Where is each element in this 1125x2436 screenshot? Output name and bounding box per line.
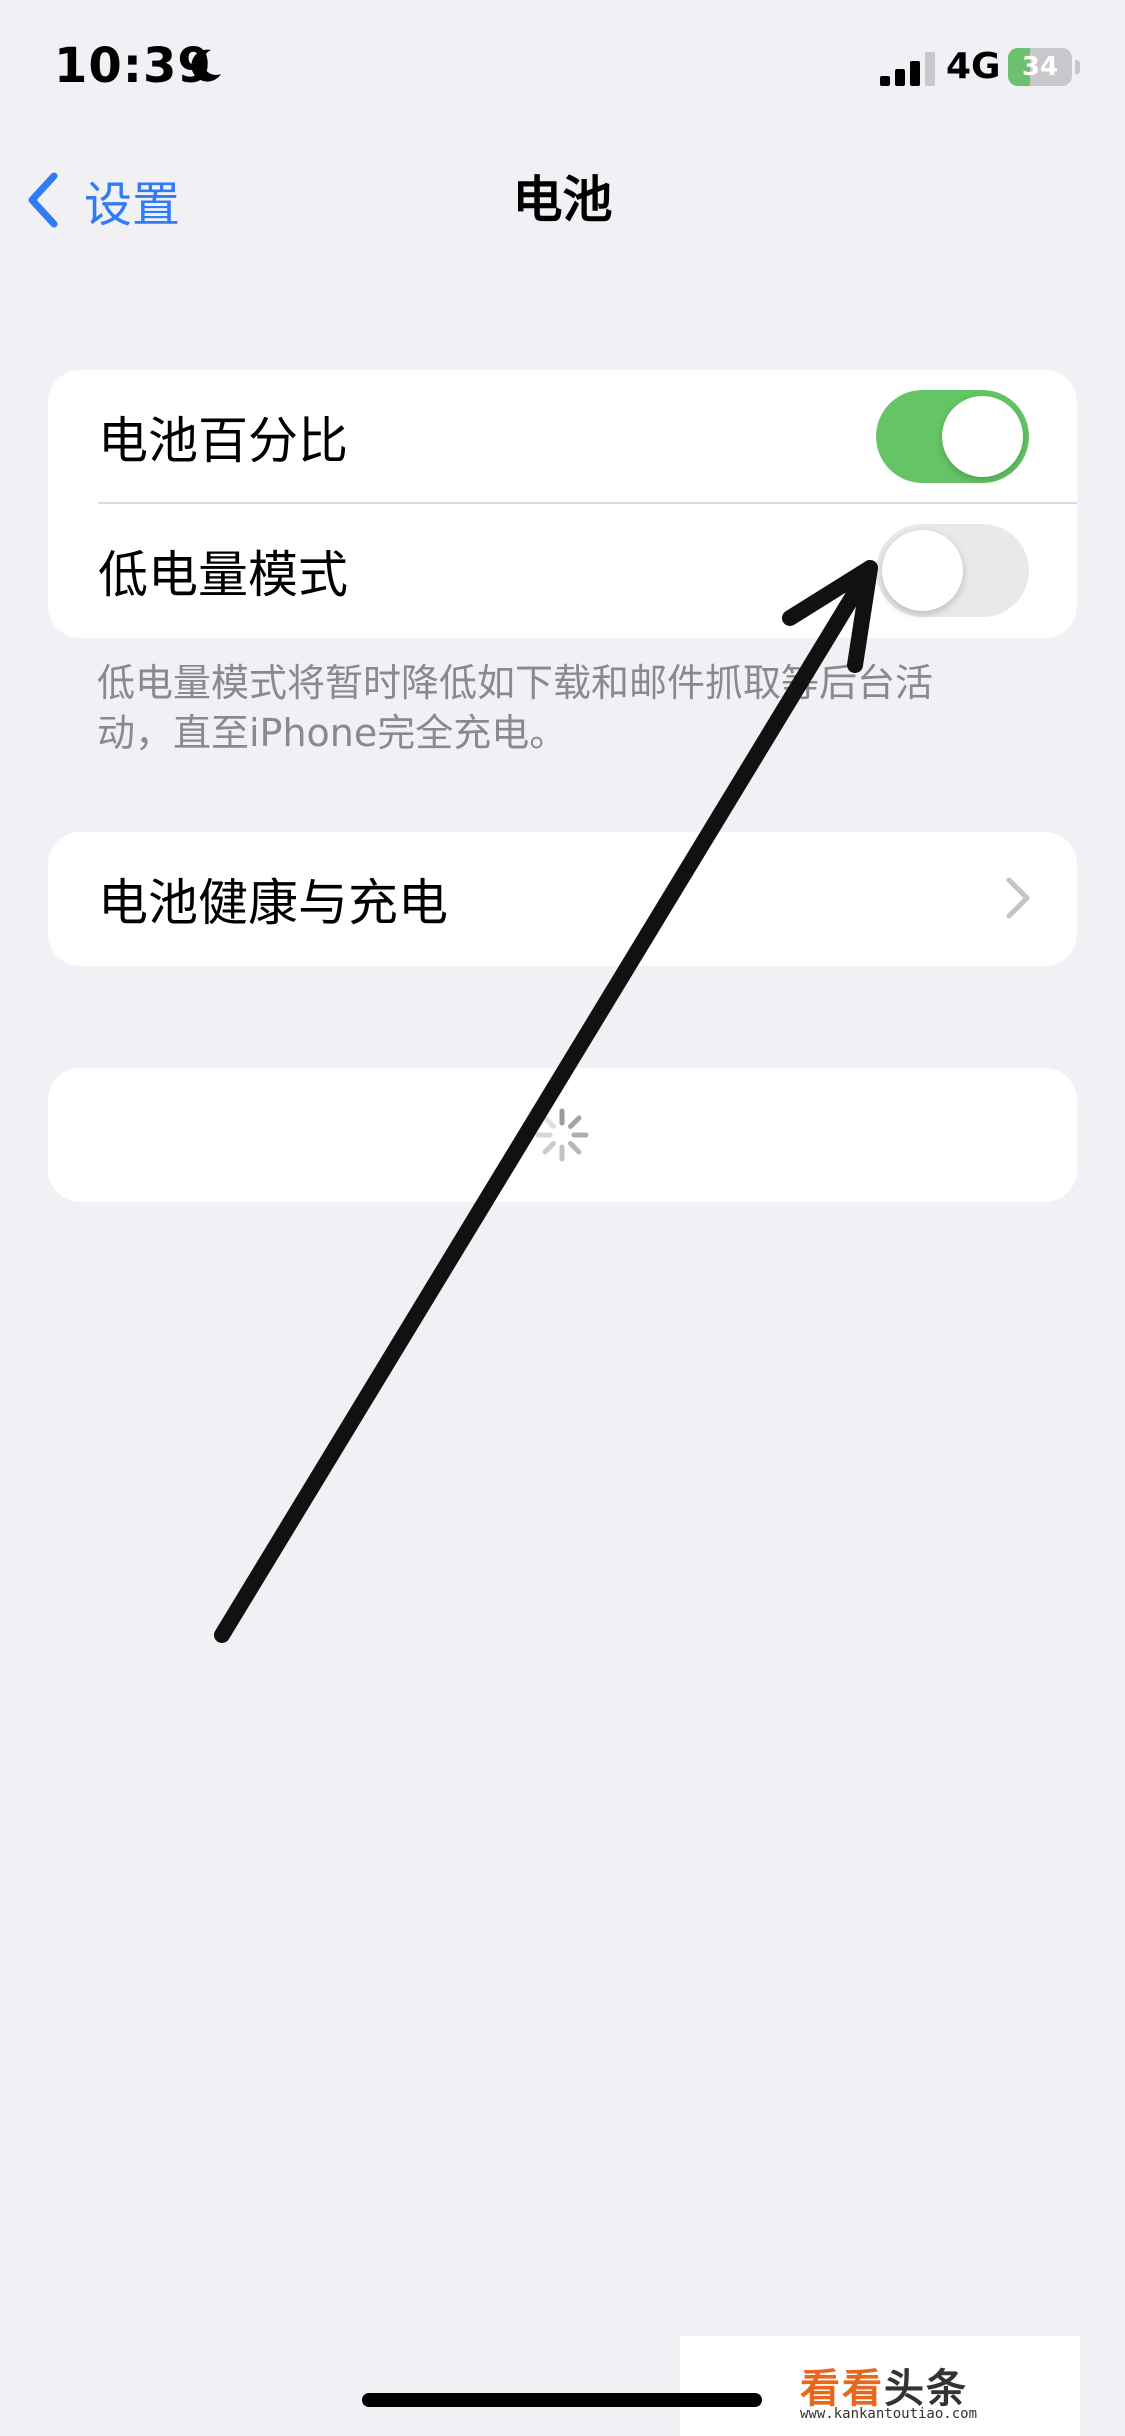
chevron-right-icon <box>1006 877 1030 919</box>
battery-percentage-row: 电池百分比 <box>48 370 1077 504</box>
page-title: 电池 <box>512 171 613 229</box>
battery-health-group: 电池健康与充电 <box>48 832 1077 966</box>
status-bar: 10:39 4G 34 <box>0 0 1125 140</box>
moon-icon <box>191 49 221 82</box>
watermark-url: www.kankantoutiao.com <box>800 2406 978 2422</box>
network-type: 4G <box>946 46 1001 87</box>
signal-icon <box>880 52 935 86</box>
low-power-mode-label: 低电量模式 <box>98 546 348 604</box>
low-power-mode-row: 低电量模式 <box>48 504 1077 638</box>
loading-spinner-icon <box>535 1108 589 1162</box>
battery-health-row[interactable]: 电池健康与充电 <box>48 832 1077 966</box>
navigation-bar: 设置 电池 <box>0 150 1125 250</box>
battery-percentage-toggle[interactable] <box>876 390 1029 483</box>
battery-percentage-label: 电池百分比 <box>98 412 348 470</box>
low-power-mode-toggle[interactable] <box>876 524 1029 617</box>
battery-toggles-group: 电池百分比 低电量模式 <box>48 370 1077 638</box>
low-power-mode-footer: 低电量模式将暂时降低如下载和邮件抓取等后台活动，直至iPhone完全充电。 <box>97 661 934 755</box>
annotation-arrow-icon <box>214 560 878 1643</box>
toggle-knob <box>882 530 963 611</box>
battery-charging-icon: 34 <box>1008 48 1080 88</box>
home-indicator[interactable] <box>362 2393 762 2407</box>
battery-percent: 34 <box>1021 52 1059 82</box>
toggle-knob <box>942 396 1023 477</box>
loading-card <box>48 1068 1077 1202</box>
battery-health-label: 电池健康与充电 <box>98 874 448 932</box>
watermark-logo: 看看头条 www.kankantoutiao.com <box>680 2336 1080 2436</box>
